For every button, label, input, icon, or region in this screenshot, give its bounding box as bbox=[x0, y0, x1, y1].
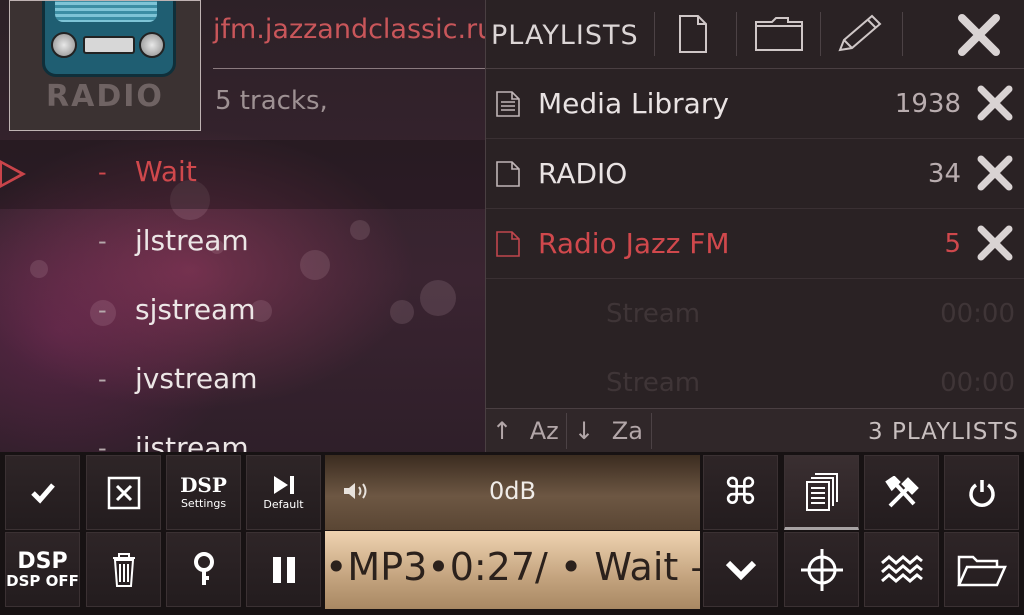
track-dash: - bbox=[98, 227, 107, 255]
playlist-name: Radio Jazz FM bbox=[538, 227, 730, 260]
dsp-off-button[interactable]: DSP DSP OFF bbox=[5, 532, 80, 607]
default-label: Default bbox=[263, 498, 304, 511]
playlist-count: 34 bbox=[927, 159, 961, 189]
track-row[interactable]: - jistream bbox=[0, 416, 485, 452]
track-title: sjstream bbox=[135, 293, 256, 326]
track-row-playing[interactable]: - Wait bbox=[0, 140, 485, 209]
sort-bar: ↑ Az ↓ Za 3 PLAYLISTS bbox=[486, 408, 1024, 453]
copy-pages-icon bbox=[805, 472, 838, 511]
playlist-item-radio[interactable]: RADIO 34 bbox=[486, 139, 1024, 209]
track-dash: - bbox=[98, 158, 107, 186]
sort-za-label: Za bbox=[611, 417, 643, 445]
dsp-label: DSP bbox=[180, 473, 227, 497]
locate-track-button[interactable] bbox=[784, 532, 859, 607]
dsp-settings-button[interactable]: DSP Settings bbox=[166, 455, 241, 530]
pause-icon bbox=[272, 556, 295, 583]
dsp-off-label: DSP OFF bbox=[6, 571, 79, 590]
album-art-label: RADIO bbox=[46, 79, 164, 114]
playlists-title: PLAYLISTS bbox=[491, 20, 639, 51]
ghost-stream-time: 00:00 bbox=[940, 299, 1015, 329]
new-file-icon[interactable] bbox=[678, 14, 708, 58]
tracks-count: 5 tracks, bbox=[215, 86, 328, 116]
track-title: jlstream bbox=[135, 224, 249, 257]
delete-playlist-icon[interactable] bbox=[975, 83, 1015, 127]
playlists-total: 3 PLAYLISTS bbox=[868, 419, 1019, 445]
background-list-row: Stream 00:00 bbox=[486, 348, 1024, 417]
volume-slider[interactable]: 0dB bbox=[325, 455, 700, 531]
background-list-row: Stream 00:00 bbox=[486, 279, 1024, 348]
ghost-stream-name: Stream bbox=[606, 368, 701, 398]
expand-button[interactable] bbox=[703, 532, 778, 607]
waves-icon bbox=[880, 554, 923, 583]
close-icon[interactable] bbox=[956, 12, 1002, 62]
sort-za-button[interactable]: ↓ Za bbox=[574, 409, 646, 453]
power-button[interactable] bbox=[944, 455, 1019, 530]
checkbox-x-icon bbox=[107, 476, 140, 509]
header-divider bbox=[213, 68, 485, 69]
now-playing-ticker[interactable]: •MP3•0:27/ • Wait — A bbox=[325, 531, 700, 609]
playlist-name: RADIO bbox=[538, 157, 628, 190]
pencil-icon[interactable] bbox=[836, 14, 884, 58]
command-button[interactable]: ⌘ bbox=[703, 455, 778, 530]
station-url: jfm.jazzandclassic.ru bbox=[213, 14, 495, 45]
playlists-panel: PLAYLISTS Media Library 1938 RADIO 34 Ra… bbox=[485, 0, 1024, 453]
playlist-name: Media Library bbox=[538, 87, 729, 120]
radio-icon bbox=[42, 1, 176, 77]
delete-playlist-icon[interactable] bbox=[975, 223, 1015, 267]
pause-button[interactable] bbox=[246, 532, 321, 607]
doc-icon bbox=[496, 161, 520, 191]
playlist-item-radio-jazz-fm[interactable]: Radio Jazz FM 5 bbox=[486, 209, 1024, 279]
playlist-count: 1938 bbox=[894, 89, 961, 119]
track-dash: - bbox=[98, 296, 107, 324]
folder-icon[interactable] bbox=[754, 16, 804, 56]
track-dash: - bbox=[98, 434, 107, 452]
sort-az-label: Az bbox=[529, 417, 559, 445]
track-title: jvstream bbox=[135, 362, 258, 395]
equalizer-button[interactable] bbox=[864, 532, 939, 607]
now-playing-icon bbox=[0, 160, 26, 188]
playlist-item-media-library[interactable]: Media Library 1938 bbox=[486, 69, 1024, 139]
playlists-toggle-button[interactable] bbox=[784, 455, 859, 530]
arrow-down-icon: ↓ bbox=[574, 417, 595, 445]
track-row[interactable]: - sjstream bbox=[0, 278, 485, 347]
ghost-stream-time: 00:00 bbox=[940, 368, 1015, 398]
now-playing-text: •MP3•0:27/ • Wait — A bbox=[325, 545, 700, 589]
tools-icon bbox=[884, 475, 919, 507]
delete-button[interactable] bbox=[86, 532, 161, 607]
command-icon: ⌘ bbox=[722, 471, 759, 513]
track-row[interactable]: - jlstream bbox=[0, 209, 485, 278]
search-button[interactable] bbox=[166, 532, 241, 607]
track-dash: - bbox=[98, 365, 107, 393]
power-icon bbox=[968, 479, 995, 507]
remove-selected-button[interactable] bbox=[86, 455, 161, 530]
ghost-stream-name: Stream bbox=[606, 299, 701, 329]
playlist-count: 5 bbox=[944, 229, 961, 259]
arrow-up-icon: ↑ bbox=[492, 417, 513, 445]
track-title: Wait bbox=[135, 155, 197, 188]
trash-icon bbox=[112, 552, 135, 587]
playlists-header: PLAYLISTS bbox=[486, 0, 1024, 69]
default-output-button[interactable]: Default bbox=[246, 455, 321, 530]
volume-value: 0dB bbox=[489, 477, 536, 505]
dsp-settings-label: Settings bbox=[180, 497, 227, 510]
album-art[interactable]: RADIO bbox=[9, 0, 201, 131]
track-row[interactable]: - jvstream bbox=[0, 347, 485, 416]
tools-button[interactable] bbox=[864, 455, 939, 530]
skip-to-end-icon bbox=[273, 476, 294, 494]
check-icon bbox=[30, 482, 55, 504]
sort-az-button[interactable]: ↑ Az bbox=[492, 409, 564, 453]
library-doc-icon bbox=[496, 91, 520, 121]
select-button[interactable] bbox=[5, 455, 80, 530]
delete-playlist-icon[interactable] bbox=[975, 153, 1015, 197]
magnifier-icon bbox=[193, 551, 214, 585]
crosshair-icon bbox=[800, 548, 843, 591]
doc-icon bbox=[496, 231, 520, 261]
dsp-off-big-label: DSP bbox=[17, 548, 68, 574]
open-folder-icon bbox=[956, 555, 1007, 586]
open-folder-button[interactable] bbox=[944, 532, 1019, 607]
track-title: jistream bbox=[135, 431, 249, 452]
chevron-down-icon bbox=[725, 560, 756, 580]
